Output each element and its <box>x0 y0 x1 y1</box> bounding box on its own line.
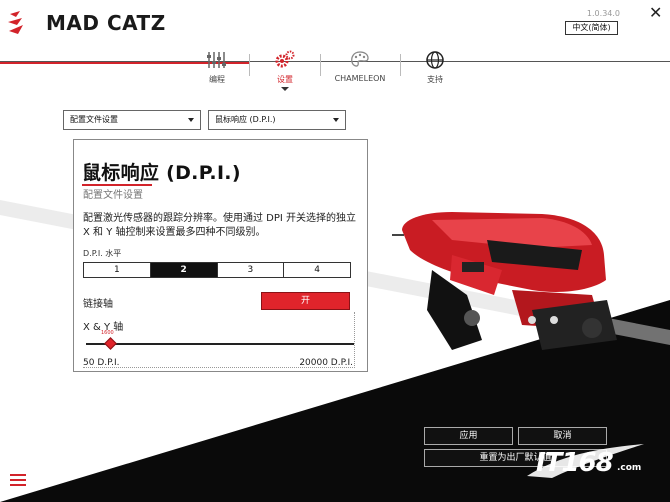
palette-icon <box>351 51 369 67</box>
language-button[interactable]: 中文(简体) <box>565 21 618 35</box>
dpi-panel: 鼠标响应 (D.P.I.) 配置文件设置 配置激光传感器的跟踪分辨率。使用通过 … <box>73 139 368 372</box>
slider-max-label: 20000 D.P.I. <box>299 358 353 368</box>
close-icon[interactable]: ✕ <box>649 5 662 21</box>
panel-title: 鼠标响应 (D.P.I.) <box>82 162 241 184</box>
tab-programming-label: 编程 <box>209 75 225 84</box>
dpi-level-selector: 1 2 3 4 <box>83 262 351 278</box>
tab-support[interactable]: 支持 <box>395 50 475 85</box>
watermark-suffix: .com <box>617 463 642 473</box>
profile-dropdown[interactable]: 配置文件设置 <box>63 110 201 130</box>
it168-watermark: IT168 .com <box>522 444 652 482</box>
tab-support-label: 支持 <box>427 75 443 84</box>
brand-name: MAD CATZ <box>46 11 166 35</box>
tab-chameleon[interactable]: CHAMELEON <box>320 50 400 83</box>
panel-subtitle: 配置文件设置 <box>83 190 143 201</box>
dpi-level-1[interactable]: 1 <box>84 263 151 277</box>
cat-claw-icon <box>8 11 23 34</box>
mad-catz-logo: MAD CATZ <box>6 8 166 38</box>
dpi-level-4[interactable]: 4 <box>284 263 350 277</box>
dropdown-arrow-icon <box>333 118 339 122</box>
section-dropdown[interactable]: 鼠标响应 (D.P.I.) <box>208 110 346 130</box>
link-axis-toggle[interactable]: 开 <box>261 292 350 310</box>
cancel-button[interactable]: 取消 <box>518 427 607 445</box>
sliders-icon <box>207 52 226 68</box>
dpi-slider-track[interactable] <box>86 343 354 345</box>
dpi-level-3[interactable]: 3 <box>217 263 285 277</box>
slider-min-label: 50 D.P.I. <box>83 358 120 368</box>
section-dropdown-value: 鼠标响应 (D.P.I.) <box>215 115 276 124</box>
tab-chameleon-label: CHAMELEON <box>334 74 386 83</box>
apply-button[interactable]: 应用 <box>424 427 513 445</box>
link-axis-label: 链接轴 <box>83 299 113 310</box>
gears-icon <box>275 50 295 68</box>
watermark-text: IT168 <box>536 448 614 478</box>
mouse-product-image <box>392 212 617 350</box>
globe-icon <box>426 51 444 69</box>
dpi-level-2[interactable]: 2 <box>150 263 218 277</box>
dropdown-arrow-icon <box>188 118 194 122</box>
tab-settings-label: 设置 <box>277 75 293 84</box>
version-label: 1.0.34.0 <box>586 9 620 18</box>
hamburger-menu-icon[interactable] <box>10 474 26 488</box>
slider-value: 1600 <box>101 330 114 336</box>
tab-settings[interactable]: 设置 <box>245 50 325 91</box>
chevron-down-icon <box>281 87 289 91</box>
profile-dropdown-value: 配置文件设置 <box>70 115 118 124</box>
panel-description: 配置激光传感器的跟踪分辨率。使用通过 DPI 开关选择的独立 X 和 Y 轴控制… <box>83 213 357 238</box>
dpi-level-label: D.P.I. 水平 <box>83 249 122 258</box>
